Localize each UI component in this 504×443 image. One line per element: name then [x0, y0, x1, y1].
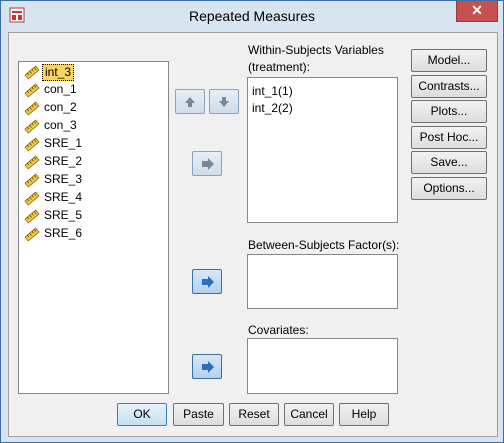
ok-button[interactable]: OK: [117, 403, 167, 426]
within-subjects-list[interactable]: int_1(1) int_2(2): [247, 77, 398, 223]
move-to-covariates-button[interactable]: [192, 354, 222, 379]
scale-variable-ruler-icon: [24, 101, 40, 116]
variable-item[interactable]: con_3: [22, 118, 162, 135]
variable-label: SRE_1: [44, 136, 83, 150]
post-hoc-button[interactable]: Post Hoc...: [411, 126, 487, 149]
title-bar[interactable]: Repeated Measures ✕: [1, 1, 503, 32]
move-to-within-button[interactable]: [192, 151, 222, 176]
variable-item[interactable]: SRE_6: [22, 226, 162, 243]
scale-variable-ruler-icon: [24, 83, 40, 98]
covariates-label: Covariates:: [248, 323, 309, 337]
model-button[interactable]: Model...: [411, 49, 487, 72]
variable-label: con_2: [44, 100, 77, 114]
close-button[interactable]: ✕: [456, 1, 498, 22]
scale-variable-ruler-icon: [24, 65, 40, 80]
variable-item[interactable]: con_1: [22, 82, 162, 99]
variable-item[interactable]: SRE_5: [22, 208, 162, 225]
cancel-button[interactable]: Cancel: [284, 403, 334, 426]
within-item[interactable]: int_1(1): [252, 84, 293, 99]
help-button[interactable]: Help: [339, 403, 389, 426]
variable-label: SRE_4: [44, 190, 83, 204]
scale-variable-ruler-icon: [24, 191, 40, 206]
repeated-measures-dialog: Repeated Measures ✕ int_3 con_1 con_2 con_3…: [0, 0, 504, 443]
within-item[interactable]: int_2(2): [252, 101, 293, 116]
variable-label: con_1: [44, 82, 77, 96]
variable-label: SRE_5: [44, 208, 83, 222]
variable-label: con_3: [44, 118, 77, 132]
variable-label: int_3: [42, 64, 75, 81]
between-subjects-list[interactable]: [247, 254, 398, 309]
variable-item[interactable]: SRE_3: [22, 172, 162, 189]
variable-item[interactable]: SRE_2: [22, 154, 162, 171]
move-down-button[interactable]: [209, 89, 239, 114]
reset-button[interactable]: Reset: [229, 403, 279, 426]
move-up-button[interactable]: [175, 89, 205, 114]
scale-variable-ruler-icon: [24, 137, 40, 152]
within-subjects-label-2: (treatment):: [248, 60, 311, 74]
within-subjects-label: Within-Subjects Variables: [248, 43, 384, 57]
window-title: Repeated Measures: [188, 8, 316, 24]
covariates-list[interactable]: [247, 338, 398, 394]
arrow-right-icon: [202, 276, 214, 288]
paste-button[interactable]: Paste: [173, 403, 224, 426]
within-label-line1: Within-Subjects Variables: [248, 43, 384, 57]
arrow-down-icon: [219, 97, 229, 107]
save-button[interactable]: Save...: [411, 151, 487, 174]
move-to-between-button[interactable]: [192, 269, 222, 294]
variable-item[interactable]: SRE_1: [22, 136, 162, 153]
arrow-right-icon: [202, 361, 214, 373]
scale-variable-ruler-icon: [24, 119, 40, 134]
arrow-up-icon: [185, 97, 195, 107]
scale-variable-ruler-icon: [24, 173, 40, 188]
scale-variable-ruler-icon: [24, 209, 40, 224]
plots-button[interactable]: Plots...: [411, 100, 487, 123]
scale-variable-ruler-icon: [24, 155, 40, 170]
variable-item[interactable]: con_2: [22, 100, 162, 117]
variable-label: SRE_6: [44, 226, 83, 240]
contrasts-button[interactable]: Contrasts...: [411, 75, 487, 98]
variable-item[interactable]: SRE_4: [22, 190, 162, 207]
scale-variable-ruler-icon: [24, 227, 40, 242]
arrow-right-icon: [202, 158, 214, 170]
between-subjects-label: Between-Subjects Factor(s):: [248, 238, 400, 252]
variable-item[interactable]: int_3: [22, 64, 162, 81]
options-button[interactable]: Options...: [411, 177, 487, 200]
dialog-body: int_3 con_1 con_2 con_3 SRE_1 SRE_2 SRE_3 SRE_4…: [8, 32, 498, 437]
source-variable-list[interactable]: int_3 con_1 con_2 con_3 SRE_1 SRE_2 SRE_3 SRE_4…: [18, 61, 169, 394]
variable-label: SRE_2: [44, 154, 83, 168]
variable-label: SRE_3: [44, 172, 83, 186]
